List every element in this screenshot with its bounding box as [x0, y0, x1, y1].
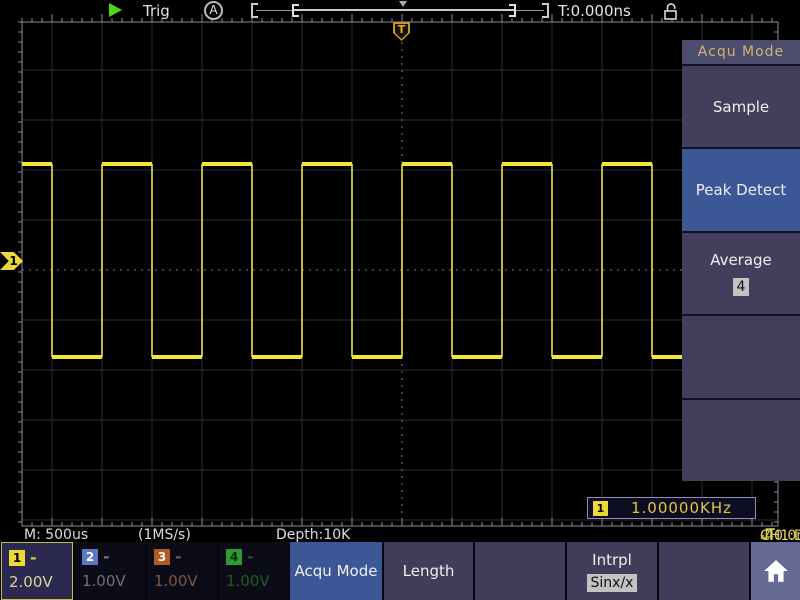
run-play-icon — [109, 3, 122, 17]
side-menu-title: Acqu Mode — [682, 40, 800, 64]
ch3-badge: 3 — [154, 549, 170, 565]
ch1-badge: 1 — [9, 550, 25, 566]
posbar-window-left-bracket — [292, 4, 299, 17]
softkey-blank-2 — [659, 542, 749, 600]
posbar-trigger-marker — [399, 1, 407, 7]
channel-3-cell[interactable]: 3 - 1.00V — [147, 542, 217, 600]
auto-trigger-icon: A — [204, 1, 223, 20]
ch3-coupling: - — [175, 547, 182, 566]
menu-item-peak-detect[interactable]: Peak Detect — [682, 149, 800, 230]
ch4-coupling: - — [247, 547, 254, 566]
menu-item-sample[interactable]: Sample — [682, 66, 800, 147]
ch1-scale: 2.00V — [9, 573, 65, 591]
side-menu: Acqu Mode Sample Peak Detect Average 4 — [682, 40, 800, 481]
trig-status-label: Trig — [143, 2, 170, 20]
posbar-right-bracket — [542, 3, 549, 18]
ch2-badge: 2 — [82, 549, 98, 565]
unlock-icon — [662, 1, 682, 22]
channel-2-cell[interactable]: 2 - 1.00V — [75, 542, 145, 600]
channel-4-cell[interactable]: 4 - 1.00V — [219, 542, 289, 600]
frequency-counter: 1 1.00000KHz — [587, 497, 756, 519]
ch2-coupling: - — [103, 547, 110, 566]
softkey-acqu-mode[interactable]: Acqu Mode — [290, 542, 382, 600]
ch4-scale: 1.00V — [226, 572, 282, 590]
oscilloscope-screen: Trig A T:0.000ns T 1 1 1.00000KHz M: 500… — [0, 0, 800, 600]
trigger-info-readout: CH1:DC- -40.0mV — [760, 527, 776, 540]
ch2-scale: 1.00V — [82, 572, 138, 590]
status-bar: M: 500us (1MS/s) Depth:10K CH1:DC- -40.0… — [0, 526, 800, 542]
intrpl-value: Sinx/x — [587, 574, 638, 592]
freq-value: 1.00000KHz — [608, 499, 755, 517]
home-icon — [763, 559, 789, 583]
ch1-coupling: - — [30, 548, 37, 567]
timebase-readout: M: 500us — [24, 527, 88, 543]
trigger-time-readout: T:0.000ns — [558, 2, 631, 20]
menu-item-average[interactable]: Average 4 — [682, 233, 800, 314]
depth-readout: Depth:10K — [276, 527, 350, 543]
ch3-scale: 1.00V — [154, 572, 210, 590]
posbar-left-bracket — [251, 3, 258, 18]
softkey-blank-1 — [475, 542, 565, 600]
freq-channel-badge: 1 — [593, 501, 608, 516]
posbar-window-right-bracket — [509, 4, 516, 17]
softkey-length[interactable]: Length — [384, 542, 473, 600]
menu-item-blank-2 — [682, 400, 800, 481]
home-button[interactable] — [751, 542, 800, 600]
channel-1-cell[interactable]: 1 - 2.00V — [1, 542, 73, 600]
softkey-intrpl[interactable]: Intrpl Sinx/x — [567, 542, 657, 600]
bottom-bar: 1 - 2.00V 2 - 1.00V 3 - 1.00V 4 - 1.00V — [0, 542, 800, 600]
sample-rate-readout: (1MS/s) — [138, 527, 191, 543]
horizontal-window-segment — [293, 9, 514, 11]
menu-item-blank-1 — [682, 316, 800, 397]
ch4-badge: 4 — [226, 549, 242, 565]
average-value: 4 — [733, 278, 750, 296]
